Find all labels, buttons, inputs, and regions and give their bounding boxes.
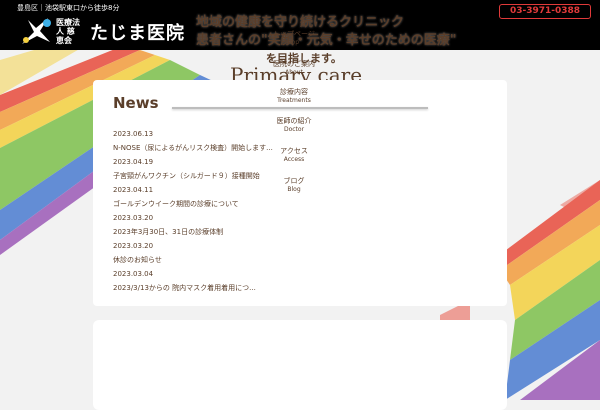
nav-label-jp: 医師の紹介	[276, 117, 312, 125]
logo-clinic-name[interactable]: たじま医院	[90, 19, 185, 45]
nav-label-en: Treatments	[277, 97, 311, 104]
nav-item-treatments[interactable]: 診療内容 Treatments	[253, 88, 335, 105]
content-card-secondary	[93, 320, 507, 410]
nav-item-access[interactable]: アクセス Access	[253, 147, 335, 164]
news-date: 2023.03.04	[113, 270, 154, 278]
news-item[interactable]: 2023.03.04 2023/3/13からの 院内マスク着用着用につ...	[113, 269, 293, 297]
clinic-logo-icon[interactable]	[18, 14, 54, 48]
news-link[interactable]: ゴールデンウイーク期間の診療について	[113, 199, 283, 209]
logo-corporation-label: 医療法人 慈恵会	[56, 18, 80, 45]
nav-label-jp: ブログ	[283, 177, 305, 185]
news-link[interactable]: 休診のお知らせ	[113, 255, 283, 265]
news-date: 2023.03.20	[113, 242, 154, 250]
nav-label-jp: 医院のご案内	[273, 60, 315, 68]
nav-label-en: Doctor	[283, 126, 305, 133]
nav-item-top[interactable]: トップページ Top	[253, 30, 335, 47]
header-topline: 豊島区｜池袋駅東口から徒歩8分	[17, 4, 120, 12]
news-date: 2023.03.20	[113, 214, 154, 222]
nav-label-en: About	[285, 69, 303, 76]
nav-label-en: Access	[283, 156, 305, 163]
nav-label-jp: トップページ	[273, 30, 315, 38]
nav-label-en: Top	[288, 39, 300, 46]
nav-item-about[interactable]: 医院のご案内 About	[253, 60, 335, 77]
tagline-line-1: 地域の健康を守り続けるクリニック	[196, 15, 405, 30]
news-link[interactable]: 2023/3/13からの 院内マスク着用着用につ...	[113, 283, 283, 293]
nav-item-blog[interactable]: ブログ Blog	[253, 177, 335, 194]
nav-item-doctor[interactable]: 医師の紹介 Doctor	[253, 117, 335, 134]
news-item[interactable]: 2023.03.20 2023年3月30日、31日の診療体制	[113, 213, 293, 241]
phone-number-button[interactable]: 03-3971-0388	[499, 4, 591, 19]
nav-label-jp: 診療内容	[280, 88, 308, 96]
news-item[interactable]: 2023.03.20 休診のお知らせ	[113, 241, 293, 269]
news-divider	[172, 107, 428, 109]
nav-label-en: Blog	[287, 186, 301, 193]
news-heading: News	[113, 94, 159, 112]
nav-label-jp: アクセス	[280, 147, 308, 155]
news-link[interactable]: 2023年3月30日、31日の診療体制	[113, 227, 283, 237]
